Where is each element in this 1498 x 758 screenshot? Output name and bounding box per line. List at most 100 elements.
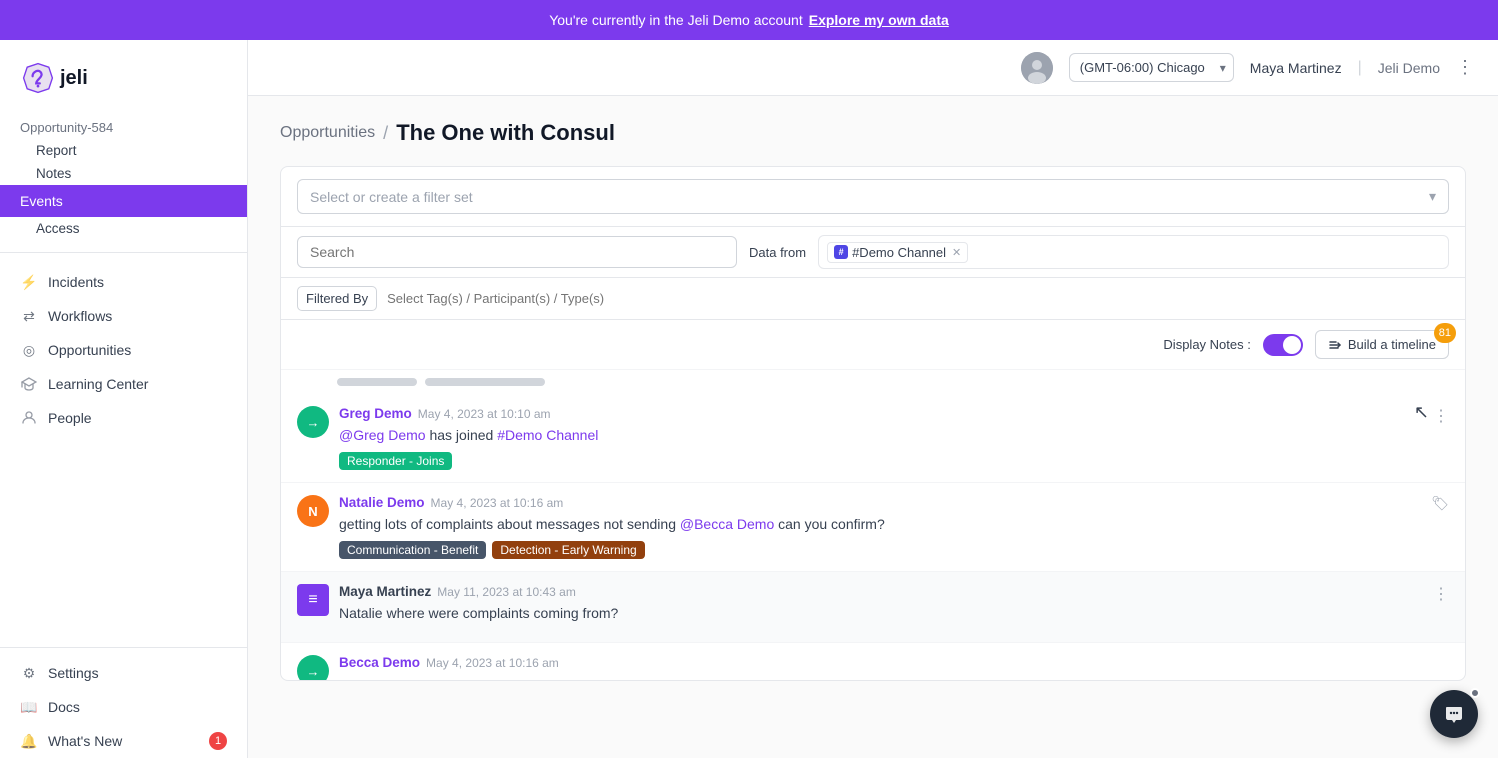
jeli-logo-icon xyxy=(20,60,56,96)
header-account: Jeli Demo xyxy=(1378,60,1440,76)
sidebar-item-opportunities[interactable]: ◎ Opportunities xyxy=(0,333,247,367)
natalie-text-prefix: getting lots of complaints about message… xyxy=(339,516,680,532)
channel-tag-remove-button[interactable]: ✕ xyxy=(952,246,961,259)
sidebar-item-docs[interactable]: 📖 Docs xyxy=(0,690,247,724)
header-divider: | xyxy=(1358,59,1362,77)
sidebar: jeli Opportunity-584 Report Notes Events… xyxy=(0,40,248,758)
sidebar-item-incidents[interactable]: ⚡ Incidents xyxy=(0,265,247,299)
main-content: (GMT-06:00) Chicago Maya Martinez | Jeli… xyxy=(248,40,1498,758)
incidents-icon: ⚡ xyxy=(20,273,38,291)
whats-new-badge: 1 xyxy=(209,732,227,750)
timeline-count-badge: 81 xyxy=(1434,323,1456,343)
header-username: Maya Martinez xyxy=(1250,60,1342,76)
timezone-select[interactable]: (GMT-06:00) Chicago xyxy=(1069,53,1234,82)
breadcrumb-parent[interactable]: Opportunities xyxy=(280,124,375,142)
sidebar-item-events[interactable]: Events xyxy=(0,185,247,217)
build-timeline-label: Build a timeline xyxy=(1348,337,1436,352)
chat-button-indicator xyxy=(1470,688,1480,698)
natalie-time: May 4, 2023 at 10:16 am xyxy=(431,496,564,510)
natalie-text: getting lots of complaints about message… xyxy=(339,514,1449,535)
becca-mention: @Becca Demo xyxy=(680,516,774,532)
events-panel: Select or create a filter set ▾ Data fro… xyxy=(280,166,1466,681)
maya-more-button[interactable]: ⋮ xyxy=(1433,584,1449,604)
display-notes-label: Display Notes : xyxy=(1163,337,1250,352)
greg-join-more-button[interactable]: ⋮ xyxy=(1433,406,1449,426)
sidebar-item-whats-new[interactable]: 🔔 What's New 1 xyxy=(0,724,247,758)
sidebar-item-workflows[interactable]: ⇄ Workflows xyxy=(0,299,247,333)
truncated-pill-1 xyxy=(337,378,417,386)
learning-center-icon xyxy=(20,375,38,393)
page-title: The One with Consul xyxy=(396,120,615,146)
data-from-area: # #Demo Channel ✕ xyxy=(818,235,1449,269)
greg-join-author: Greg Demo xyxy=(339,406,412,421)
greg-join-text-part: has joined xyxy=(429,427,497,443)
event-item-maya-inner: ≡ Maya Martinez May 11, 2023 at 10:43 am… xyxy=(297,584,1449,630)
filter-set-placeholder: Select or create a filter set xyxy=(310,189,473,205)
user-avatar-image xyxy=(1021,52,1053,84)
sidebar-item-notes[interactable]: Notes xyxy=(0,162,247,185)
chat-icon xyxy=(1443,703,1465,725)
natalie-text-suffix: can you confirm? xyxy=(778,516,885,532)
cursor-icon: ↖ xyxy=(1414,402,1429,423)
maya-time: May 11, 2023 at 10:43 am xyxy=(437,585,576,599)
search-input[interactable] xyxy=(297,236,737,268)
sidebar-divider-1 xyxy=(0,252,247,253)
filter-tags-input[interactable] xyxy=(387,291,1449,306)
timeline-icon xyxy=(1328,338,1342,352)
event-item-becca-inner: → Becca Demo May 4, 2023 at 10:16 am xyxy=(297,655,1449,680)
build-timeline-button[interactable]: Build a timeline 81 xyxy=(1315,330,1449,359)
logo-text: jeli xyxy=(60,67,88,90)
logo[interactable]: jeli xyxy=(0,40,247,108)
opportunity-section: Opportunity-584 Report Notes Events Acce… xyxy=(0,108,247,244)
filtered-by-row: Filtered By xyxy=(281,278,1465,320)
becca-author: Becca Demo xyxy=(339,655,420,670)
chat-button[interactable] xyxy=(1430,690,1478,738)
channel-tag-icon: # xyxy=(834,245,848,259)
people-icon xyxy=(20,409,38,427)
explore-own-data-link[interactable]: Explore my own data xyxy=(809,12,949,28)
sidebar-divider-2 xyxy=(0,647,247,648)
natalie-avatar: N xyxy=(297,495,329,527)
sidebar-item-settings[interactable]: ⚙ Settings xyxy=(0,656,247,690)
greg-demo-avatar: → xyxy=(297,406,329,438)
sidebar-bottom: ⚙ Settings 📖 Docs 🔔 What's New 1 xyxy=(0,639,247,758)
greg-join-body: Greg Demo May 4, 2023 at 10:10 am @Greg … xyxy=(339,406,1449,470)
becca-time: May 4, 2023 at 10:16 am xyxy=(426,656,559,670)
natalie-body: Natalie Demo May 4, 2023 at 10:16 am get… xyxy=(339,495,1449,559)
maya-text: Natalie where were complaints coming fro… xyxy=(339,603,1449,624)
demo-channel-tag: # #Demo Channel ✕ xyxy=(827,242,968,263)
nav-section: ⚡ Incidents ⇄ Workflows ◎ Opportunities … xyxy=(0,261,247,439)
demo-channel-mention: #Demo Channel xyxy=(497,427,598,443)
natalie-pin-button[interactable]: 🏷 xyxy=(1431,495,1449,512)
responder-joins-tag: Responder - Joins xyxy=(339,452,452,470)
greg-join-text: @Greg Demo has joined #Demo Channel xyxy=(339,425,1449,446)
breadcrumb: Opportunities / The One with Consul xyxy=(280,120,1466,146)
sidebar-item-learning-center[interactable]: Learning Center xyxy=(0,367,247,401)
maya-avatar: ≡ xyxy=(297,584,329,616)
data-from-label: Data from xyxy=(749,245,806,260)
breadcrumb-separator: / xyxy=(383,123,388,144)
detection-early-warning-tag: Detection - Early Warning xyxy=(492,541,644,559)
maya-meta: Maya Martinez May 11, 2023 at 10:43 am xyxy=(339,584,1449,599)
feed-header: Display Notes : Build a timeline 81 xyxy=(281,320,1465,370)
maya-body: Maya Martinez May 11, 2023 at 10:43 am N… xyxy=(339,584,1449,630)
sidebar-item-access[interactable]: Access xyxy=(0,217,247,240)
header-more-button[interactable]: ⋮ xyxy=(1456,57,1474,78)
becca-avatar: → xyxy=(297,655,329,680)
natalie-tags: Communication - Benefit Detection - Earl… xyxy=(339,541,1449,559)
bell-icon: 🔔 xyxy=(20,732,38,750)
opportunities-icon: ◎ xyxy=(20,341,38,359)
channel-tag-label: #Demo Channel xyxy=(852,245,946,260)
sidebar-item-report[interactable]: Report xyxy=(0,139,247,162)
sidebar-item-people[interactable]: People xyxy=(0,401,247,435)
timezone-selector[interactable]: (GMT-06:00) Chicago xyxy=(1069,53,1234,82)
filtered-by-label: Filtered By xyxy=(297,286,377,311)
filter-set-chevron-icon: ▾ xyxy=(1429,188,1436,205)
banner-text: You're currently in the Jeli Demo accoun… xyxy=(549,12,803,28)
event-item-becca-partial: → Becca Demo May 4, 2023 at 10:16 am xyxy=(281,643,1465,680)
filter-set-select[interactable]: Select or create a filter set ▾ xyxy=(297,179,1449,214)
truncated-pill-2 xyxy=(425,378,545,386)
display-notes-toggle[interactable] xyxy=(1263,334,1303,356)
greg-join-time: May 4, 2023 at 10:10 am xyxy=(418,407,551,421)
opportunity-label[interactable]: Opportunity-584 xyxy=(0,112,247,139)
